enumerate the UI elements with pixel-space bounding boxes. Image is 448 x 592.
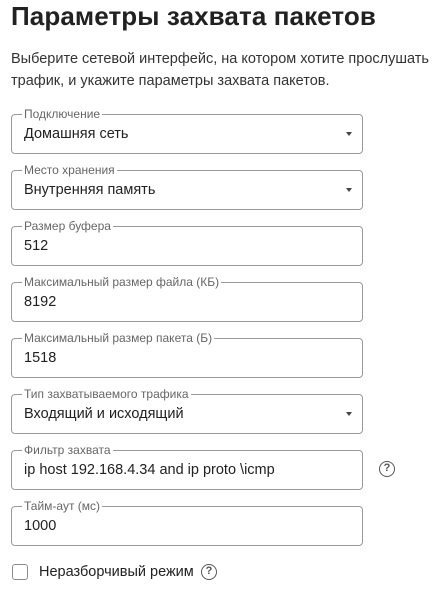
page-title: Параметры захвата пакетов [11,1,376,31]
promiscuous-mode-checkbox[interactable] [12,564,28,580]
storage-select[interactable]: Место хранения Внутренняя память [11,162,363,210]
dropdown-caret-icon [346,132,352,136]
timeout-value: 1000 [24,518,57,534]
page-description: Выберите сетевой интерфейс, на котором х… [11,51,429,89]
storage-value: Внутренняя память [24,182,156,198]
buffer-size-input[interactable]: Размер буфера 512 [11,218,363,266]
capture-filter-value: ip host 192.168.4.34 and ip proto \icmp [24,462,275,478]
traffic-type-value: Входящий и исходящий [24,406,184,422]
connection-value: Домашняя сеть [24,126,129,142]
dropdown-caret-icon [346,188,352,192]
max-file-size-value: 8192 [24,294,57,310]
packet-capture-settings-page: Параметры захвата пакетов Выберите сетев… [0,0,448,592]
capture-filter-help-icon[interactable]: ? [379,461,395,477]
promiscuous-mode-label: Неразборчивый режим [39,564,194,580]
connection-select[interactable]: Подключение Домашняя сеть [11,106,363,154]
buffer-size-value: 512 [24,238,49,254]
max-packet-size-input[interactable]: Максимальный размер пакета (Б) 1518 [11,330,363,378]
dropdown-caret-icon [346,412,352,416]
promiscuous-help-icon[interactable]: ? [201,564,217,580]
max-file-size-input[interactable]: Максимальный размер файла (КБ) 8192 [11,274,363,322]
traffic-type-select[interactable]: Тип захватываемого трафика Входящий и ис… [11,386,363,434]
capture-filter-input[interactable]: Фильтр захвата ip host 192.168.4.34 and … [11,442,363,490]
timeout-input[interactable]: Тайм-аут (мс) 1000 [11,498,363,546]
max-packet-size-value: 1518 [24,350,57,366]
